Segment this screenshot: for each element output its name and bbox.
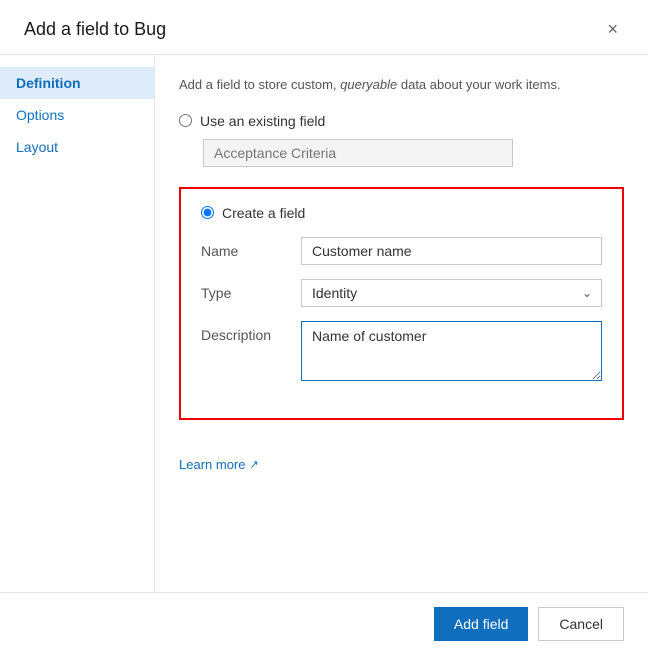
dialog-title: Add a field to Bug — [24, 19, 166, 40]
description-textarea[interactable]: Name of customer — [301, 321, 602, 381]
learn-more-link[interactable]: Learn more ↗ — [179, 457, 259, 472]
existing-field-container — [203, 139, 624, 167]
description-row: Description Name of customer — [201, 321, 602, 384]
create-field-header: Create a field — [201, 205, 602, 221]
dialog-footer: Add field Cancel — [0, 592, 648, 655]
create-field-radio[interactable] — [201, 206, 214, 219]
use-existing-radio[interactable] — [179, 114, 192, 127]
name-label: Name — [201, 237, 301, 259]
type-select-wrapper: Identity String Integer DateTime Boolean… — [301, 279, 602, 307]
sidebar-item-definition[interactable]: Definition — [0, 67, 154, 99]
existing-field-input[interactable] — [203, 139, 513, 167]
main-content: Add a field to store custom, queryable d… — [155, 55, 648, 592]
name-input-container — [301, 237, 602, 265]
sidebar: Definition Options Layout — [0, 55, 155, 592]
learn-more-label: Learn more — [179, 457, 245, 472]
add-field-button[interactable]: Add field — [434, 607, 528, 641]
type-row: Type Identity String Integer DateTime Bo… — [201, 279, 602, 307]
description-text: Add a field to store custom, queryable d… — [179, 75, 624, 95]
cancel-button[interactable]: Cancel — [538, 607, 624, 641]
create-field-label[interactable]: Create a field — [222, 205, 305, 221]
dialog: Add a field to Bug × Definition Options … — [0, 0, 648, 655]
sidebar-item-options[interactable]: Options — [0, 99, 154, 131]
external-link-icon: ↗ — [249, 458, 258, 471]
use-existing-label[interactable]: Use an existing field — [200, 113, 325, 129]
type-input-container: Identity String Integer DateTime Boolean… — [301, 279, 602, 307]
dialog-header: Add a field to Bug × — [0, 0, 648, 55]
type-label: Type — [201, 279, 301, 301]
name-row: Name — [201, 237, 602, 265]
create-field-box: Create a field Name Type Identity — [179, 187, 624, 420]
dialog-body: Definition Options Layout Add a field to… — [0, 55, 648, 592]
close-button[interactable]: × — [601, 18, 624, 40]
description-input-container: Name of customer — [301, 321, 602, 384]
description-label: Description — [201, 321, 301, 343]
learn-more-section: Learn more ↗ — [179, 444, 624, 472]
name-input[interactable] — [301, 237, 602, 265]
sidebar-item-layout[interactable]: Layout — [0, 131, 154, 163]
use-existing-option: Use an existing field — [179, 113, 624, 129]
type-select[interactable]: Identity String Integer DateTime Boolean… — [301, 279, 602, 307]
